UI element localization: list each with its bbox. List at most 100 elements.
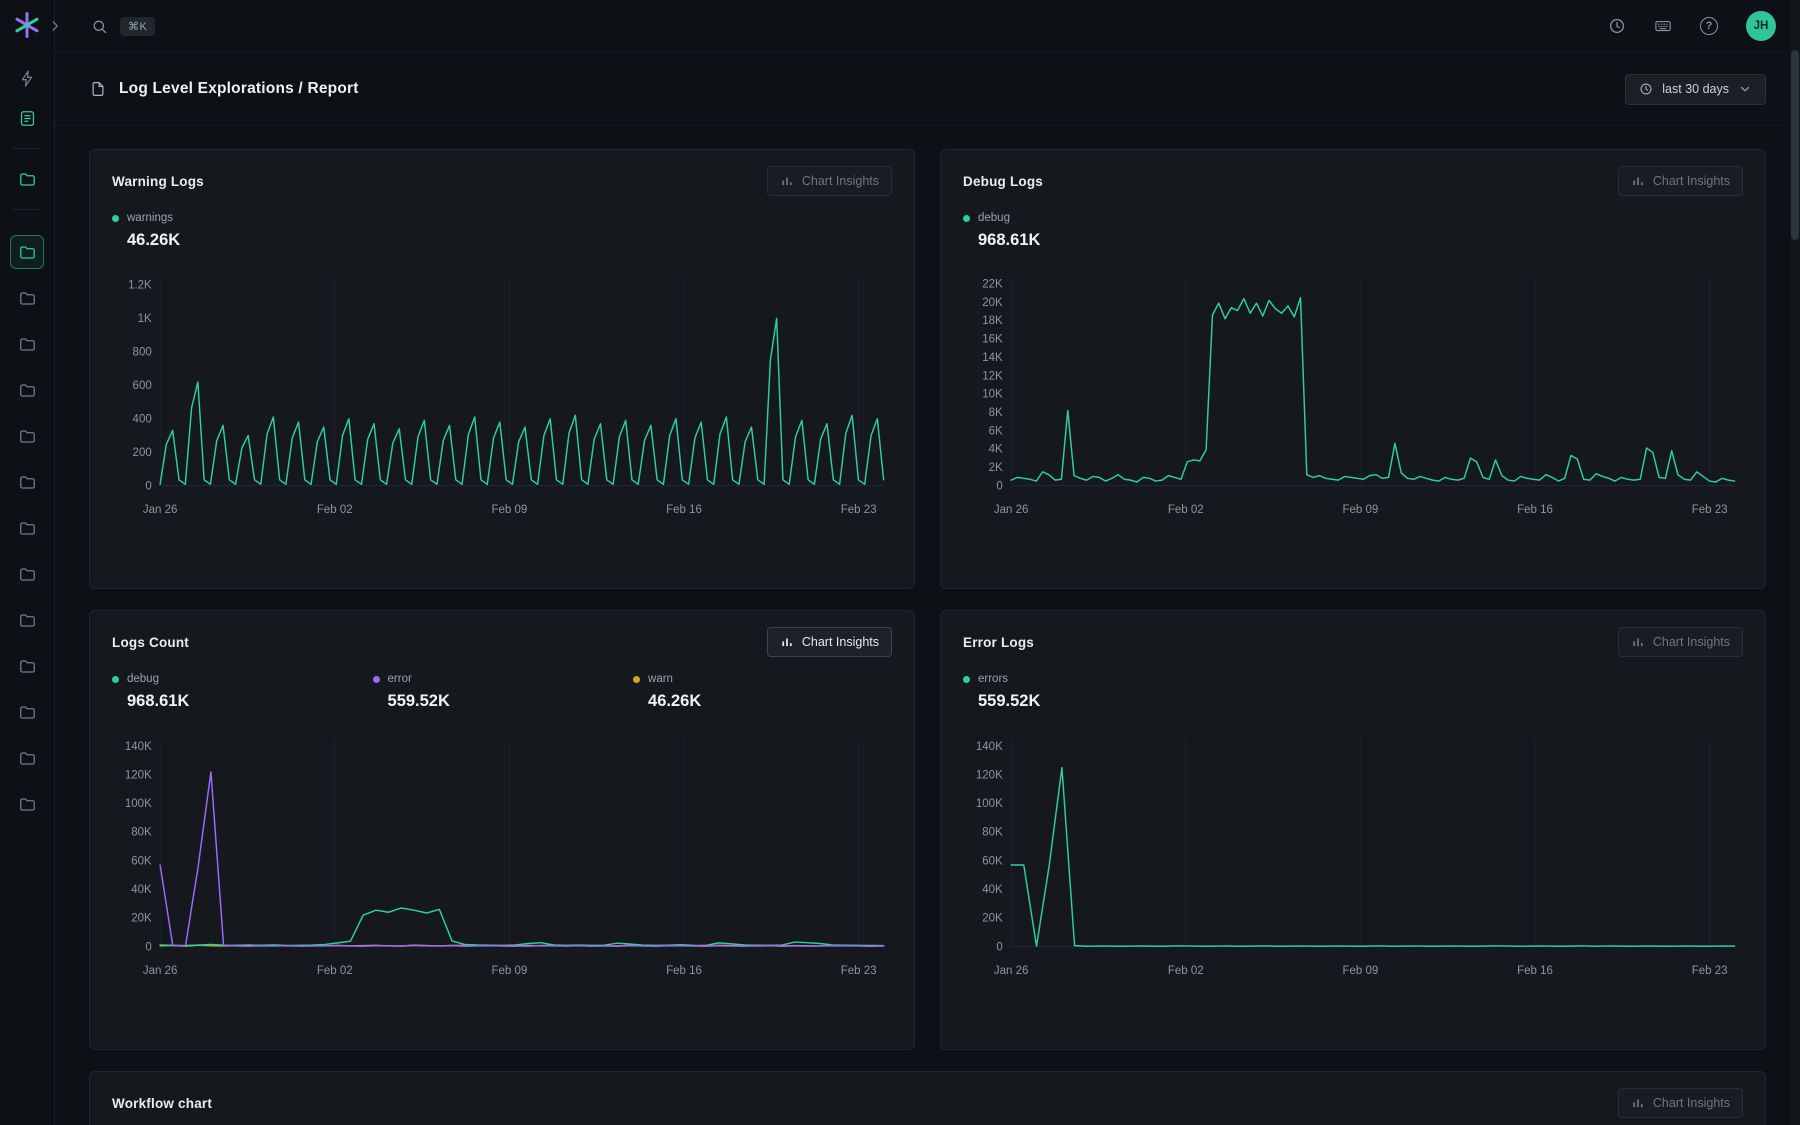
topbar-actions: ? JH [1608, 11, 1776, 41]
clock-icon [1639, 82, 1653, 96]
sidebar-item-folder-2[interactable] [10, 281, 44, 315]
legend-dot [963, 676, 970, 683]
legend-warn: warn 46.26K [633, 673, 894, 711]
sidebar-item-folder-8[interactable] [10, 557, 44, 591]
svg-text:140K: 140K [125, 741, 152, 753]
logo-sparkle-icon [12, 10, 42, 40]
legend-dot [373, 676, 380, 683]
legend-row: debug 968.61K error 559.52K [112, 673, 892, 711]
card-title: Workflow chart [112, 1096, 212, 1111]
svg-text:Feb 23: Feb 23 [841, 965, 877, 977]
sidebar-item-quick-actions[interactable] [10, 61, 44, 95]
sidebar-item-logs-explorer[interactable] [10, 101, 44, 135]
svg-text:80K: 80K [131, 827, 152, 839]
time-range-selector[interactable]: last 30 days [1625, 74, 1766, 105]
logs-count-chart[interactable]: Jan 26Feb 02Feb 09Feb 16Feb 23020K40K60K… [112, 725, 892, 993]
chevron-right-icon [48, 19, 62, 33]
folder-icon [18, 243, 37, 262]
help-button[interactable]: ? [1700, 17, 1718, 35]
svg-text:Jan 26: Jan 26 [994, 504, 1029, 516]
warning-logs-chart[interactable]: Jan 26Feb 02Feb 09Feb 16Feb 230200400600… [112, 264, 892, 532]
search-shortcut-badge: ⌘K [120, 17, 155, 36]
sidebar-item-pinned-folder[interactable] [10, 162, 44, 196]
svg-text:1.2K: 1.2K [128, 280, 152, 292]
chart-insights-icon [780, 635, 794, 649]
main-area: ⌘K ? JH [55, 0, 1800, 1125]
history-button[interactable] [1608, 17, 1626, 35]
legend-name: warn [648, 673, 673, 685]
chart-insights-button[interactable]: Chart Insights [767, 627, 892, 657]
sidebar-collapse-button[interactable] [45, 16, 65, 36]
svg-text:Feb 02: Feb 02 [1168, 965, 1204, 977]
sidebar-item-folder-3[interactable] [10, 327, 44, 361]
sidebar-item-folder-6[interactable] [10, 465, 44, 499]
page-scrollbar[interactable] [1790, 0, 1800, 1125]
svg-text:400: 400 [133, 413, 152, 425]
sidebar-divider [13, 148, 41, 149]
page-title: Log Level Explorations / Report [119, 80, 359, 98]
keyboard-icon [1654, 17, 1672, 35]
card-logs-count: Logs Count Chart Insights debug [89, 610, 915, 1050]
svg-text:60K: 60K [131, 855, 152, 867]
legend-dot [112, 215, 119, 222]
help-icon: ? [1700, 17, 1718, 35]
svg-text:0: 0 [996, 480, 1002, 492]
page-header-left: Log Level Explorations / Report [89, 80, 359, 98]
legend-dot [963, 215, 970, 222]
card-title: Error Logs [963, 635, 1034, 650]
legend-value: 46.26K [127, 231, 373, 250]
app-logo[interactable] [12, 10, 42, 40]
search-icon [91, 18, 108, 35]
sidebar-item-folder-10[interactable] [10, 649, 44, 683]
legend-value: 559.52K [978, 692, 1224, 711]
sidebar-item-folder-12[interactable] [10, 741, 44, 775]
svg-text:100K: 100K [125, 798, 152, 810]
sidebar [0, 0, 55, 1125]
chart-insights-button[interactable]: Chart Insights [1618, 1088, 1743, 1118]
chevron-down-icon [1738, 82, 1752, 96]
chart-insights-button[interactable]: Chart Insights [767, 166, 892, 196]
chart-insights-icon [780, 174, 794, 188]
svg-text:1K: 1K [138, 313, 152, 325]
sidebar-item-folder-11[interactable] [10, 695, 44, 729]
clock-icon [1608, 17, 1626, 35]
legend-row: warnings 46.26K [112, 212, 892, 250]
legend-name: debug [127, 673, 159, 685]
legend-debug: debug 968.61K [963, 212, 1224, 250]
legend-value: 559.52K [388, 692, 634, 711]
chart-insights-button[interactable]: Chart Insights [1618, 627, 1743, 657]
svg-text:Jan 26: Jan 26 [143, 504, 178, 516]
sidebar-item-folder-7[interactable] [10, 511, 44, 545]
sidebar-item-folder-9[interactable] [10, 603, 44, 637]
sidebar-item-folder-13[interactable] [10, 787, 44, 821]
debug-logs-chart[interactable]: Jan 26Feb 02Feb 09Feb 16Feb 2302K4K6K8K1… [963, 264, 1743, 532]
global-search[interactable]: ⌘K [91, 17, 155, 36]
svg-text:Feb 09: Feb 09 [491, 504, 527, 516]
svg-text:20K: 20K [131, 913, 152, 925]
user-avatar[interactable]: JH [1746, 11, 1776, 41]
chart-insights-icon [1631, 1096, 1645, 1110]
svg-text:0: 0 [145, 480, 151, 492]
svg-text:Feb 16: Feb 16 [666, 504, 702, 516]
chart-insights-button[interactable]: Chart Insights [1618, 166, 1743, 196]
svg-text:Feb 16: Feb 16 [666, 965, 702, 977]
svg-text:16K: 16K [982, 334, 1003, 346]
sidebar-item-folder-4[interactable] [10, 373, 44, 407]
folder-icon [18, 611, 37, 630]
error-logs-chart[interactable]: Jan 26Feb 02Feb 09Feb 16Feb 23020K40K60K… [963, 725, 1743, 993]
svg-text:Feb 09: Feb 09 [1342, 504, 1378, 516]
logs-explorer-icon [18, 109, 37, 128]
scrollbar-thumb[interactable] [1791, 50, 1799, 240]
legend-debug: debug 968.61K [112, 673, 373, 711]
sidebar-item-folder-5[interactable] [10, 419, 44, 453]
svg-text:80K: 80K [982, 827, 1003, 839]
time-range-label: last 30 days [1662, 82, 1729, 96]
svg-text:120K: 120K [976, 769, 1003, 781]
keyboard-shortcuts-button[interactable] [1654, 17, 1672, 35]
chart-insights-icon [1631, 174, 1645, 188]
sidebar-divider [13, 209, 41, 210]
svg-text:8K: 8K [989, 407, 1003, 419]
sidebar-item-folder-1[interactable] [10, 235, 44, 269]
legend-warnings: warnings 46.26K [112, 212, 373, 250]
svg-text:Feb 02: Feb 02 [317, 504, 353, 516]
